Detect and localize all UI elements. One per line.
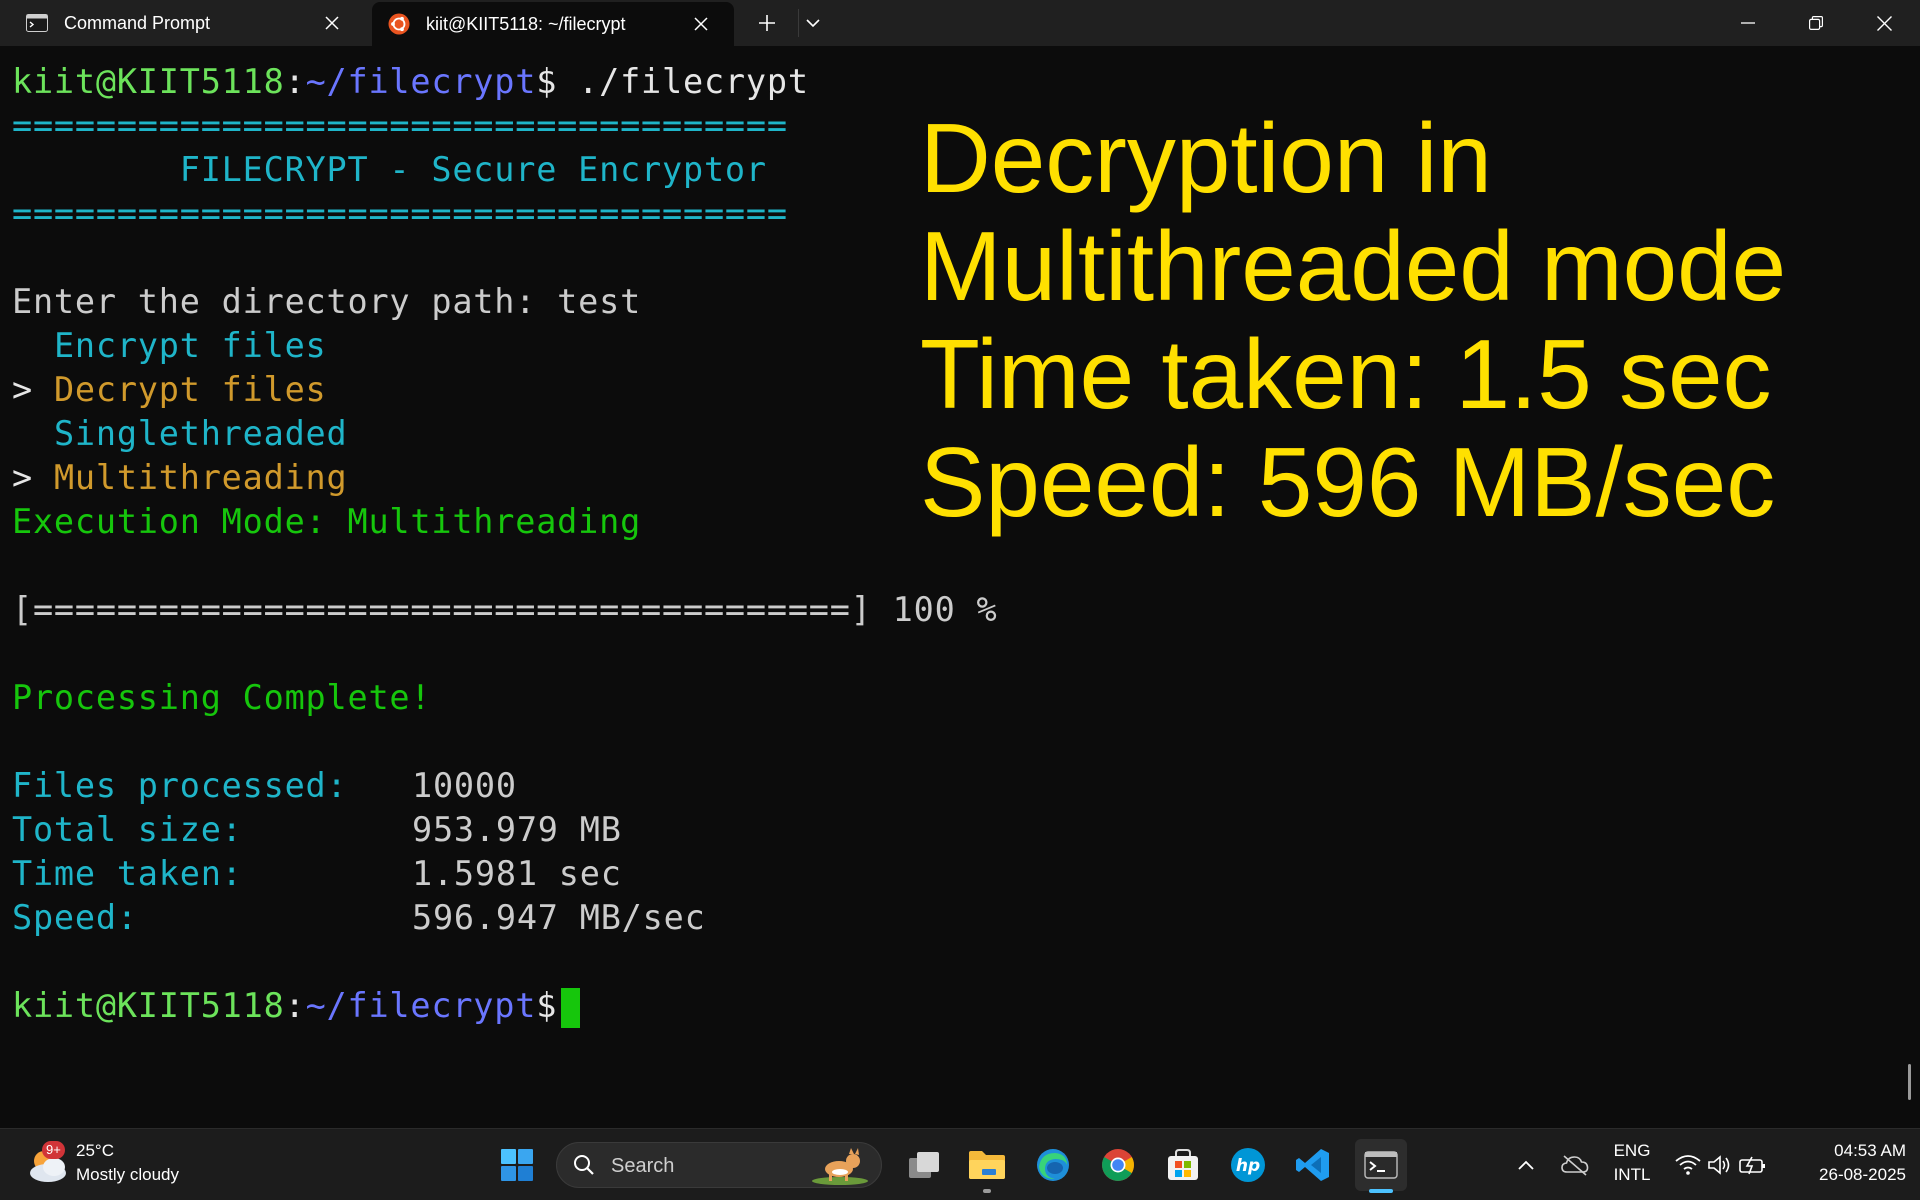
tab-label: Command Prompt (64, 12, 211, 33)
onedrive-offline-icon[interactable] (1550, 1139, 1600, 1191)
restore-icon[interactable] (1782, 0, 1850, 46)
running-indicator (983, 1189, 991, 1193)
search-icon (574, 1155, 594, 1175)
stat-value: 953.979 MB (412, 810, 622, 849)
chrome-icon[interactable] (1092, 1139, 1144, 1191)
stat-row-time: Time taken: 1.5981 sec (12, 852, 912, 896)
tab-label: kiit@KIIT5118: ~/filecrypt (426, 13, 626, 34)
text-cursor (561, 987, 581, 1028)
tab-ubuntu[interactable]: kiit@KIIT5118: ~/filecrypt (372, 2, 734, 46)
execution-mode: Execution Mode: Multithreading (12, 502, 642, 541)
prompt-path: ~/filecrypt (305, 986, 537, 1025)
menu-item-encrypt[interactable]: Encrypt files (12, 324, 327, 368)
caption-line: Decryption in (920, 103, 1492, 213)
menu-marker: > (12, 370, 54, 409)
dog-illustration-icon (812, 1148, 868, 1185)
banner-rule-bottom: ===================================== (12, 194, 788, 233)
banner-title: FILECRYPT - Secure Encryptor (12, 150, 767, 189)
wifi-icon (1675, 1155, 1701, 1175)
prompt-colon: : (284, 986, 306, 1025)
terminal-pane[interactable]: kiit@KIIT5118:~/filecrypt$ ./filecrypt =… (0, 46, 1920, 1128)
prompt-colon: : (284, 62, 306, 101)
chevron-down-icon[interactable] (798, 9, 827, 37)
menu-label: Singlethreaded (53, 414, 348, 453)
stat-label: Files processed: (12, 766, 348, 805)
language-code[interactable]: ENG (1606, 1141, 1658, 1161)
clock-date[interactable]: 26-08-2025 (1786, 1165, 1906, 1185)
search-placeholder: Search (611, 1155, 675, 1177)
taskbar: 9+ 25°C Mostly cloudy Search hp ENG INTL… (0, 1128, 1920, 1200)
windows-start-icon[interactable] (491, 1139, 543, 1191)
volume-icon (1708, 1155, 1730, 1175)
chevron-up-icon[interactable] (1500, 1139, 1552, 1191)
menu-marker (12, 414, 54, 453)
prompt-symbol: $ (536, 986, 558, 1025)
stat-label: Speed: (12, 898, 138, 937)
stat-value: 596.947 MB/sec (412, 898, 706, 937)
file-explorer-icon[interactable] (961, 1139, 1013, 1191)
tab-command-prompt[interactable]: Command Prompt (0, 0, 365, 46)
scrollbar-thumb[interactable] (1908, 1064, 1911, 1100)
caption-overlay: Decryption in Multithreaded mode Time ta… (920, 104, 1786, 536)
progress-bar: [=======================================… (12, 590, 872, 629)
menu-item-singlethreaded[interactable]: Singlethreaded (12, 412, 348, 456)
task-view-icon[interactable] (898, 1139, 950, 1191)
menu-label: Decrypt files (53, 370, 327, 409)
new-tab-plus-icon[interactable] (752, 9, 782, 37)
weather-description: Mostly cloudy (76, 1165, 179, 1184)
edge-icon[interactable] (1027, 1139, 1079, 1191)
banner-rule-top: ===================================== (12, 106, 788, 145)
stat-row-files: Files processed: 10000 (12, 764, 912, 808)
directory-prompt: Enter the directory path: test (12, 282, 642, 321)
menu-label: Encrypt files (53, 326, 327, 365)
title-bar: Command Prompt kiit@KIIT5118: ~/filecryp… (0, 0, 1920, 46)
microsoft-store-icon[interactable] (1157, 1139, 1209, 1191)
progress-line: [=======================================… (12, 588, 998, 632)
caption-line: Multithreaded mode (920, 211, 1787, 321)
prompt-path: ~/filecrypt (305, 62, 537, 101)
prompt-user: kiit@KIIT5118 (12, 986, 285, 1025)
stat-row-size: Total size: 953.979 MB (12, 808, 912, 852)
cmd-icon (26, 14, 48, 32)
taskbar-search[interactable]: Search (556, 1142, 882, 1188)
menu-marker (12, 326, 54, 365)
quick-settings-group[interactable] (1666, 1139, 1776, 1191)
menu-label: Multithreading (53, 458, 348, 497)
close-tab-icon[interactable] (690, 13, 712, 35)
ubuntu-icon (388, 13, 410, 35)
notification-badge: 9+ (42, 1141, 65, 1159)
battery-charging-icon (1739, 1156, 1765, 1175)
close-tab-icon[interactable] (321, 12, 343, 34)
prompt-user: kiit@KIIT5118 (12, 62, 285, 101)
complete-message: Processing Complete! (12, 678, 432, 717)
stat-value: 1.5981 sec (412, 854, 622, 893)
progress-percent: 100 % (871, 590, 998, 629)
hp-icon[interactable]: hp (1222, 1139, 1274, 1191)
stat-value: 10000 (412, 766, 517, 805)
prompt-symbol: $ (536, 62, 558, 101)
current-prompt-line[interactable]: kiit@KIIT5118:~/filecrypt$ (12, 984, 581, 1028)
menu-item-decrypt[interactable]: > Decrypt files (12, 368, 327, 412)
active-window-indicator (1369, 1189, 1393, 1193)
svg-text:hp: hp (1236, 1156, 1260, 1176)
stat-label: Total size: (12, 810, 243, 849)
vscode-icon[interactable] (1287, 1139, 1339, 1191)
weather-temperature: 25°C (76, 1141, 114, 1160)
close-window-icon[interactable] (1850, 0, 1918, 46)
command-line: kiit@KIIT5118:~/filecrypt$ ./filecrypt (12, 60, 809, 104)
command-text: ./filecrypt (557, 62, 809, 101)
terminal-icon[interactable] (1355, 1139, 1407, 1191)
menu-marker: > (12, 458, 54, 497)
stat-label: Time taken: (12, 854, 243, 893)
caption-line: Speed: 596 MB/sec (920, 427, 1776, 537)
clock-time[interactable]: 04:53 AM (1786, 1141, 1906, 1161)
minimize-icon[interactable] (1714, 0, 1782, 46)
keyboard-layout[interactable]: INTL (1606, 1165, 1658, 1185)
caption-line: Time taken: 1.5 sec (920, 319, 1772, 429)
menu-item-multithreading[interactable]: > Multithreading (12, 456, 348, 500)
stat-row-speed: Speed: 596.947 MB/sec (12, 896, 912, 940)
